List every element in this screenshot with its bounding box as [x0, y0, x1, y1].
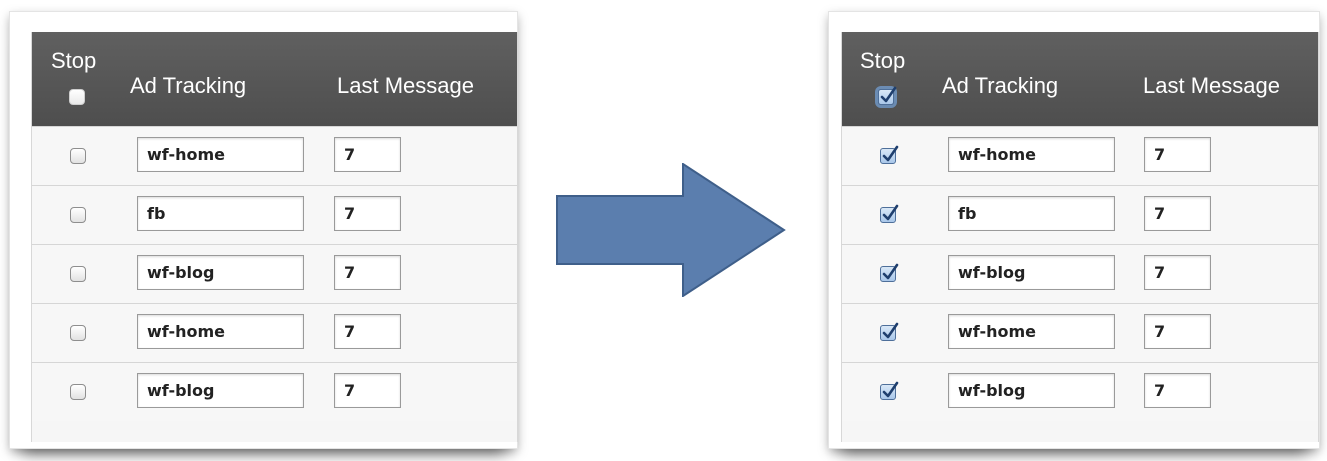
after-panel: Stop Ad Tracking Last Message — [829, 12, 1319, 448]
before-panel: Stop Ad Tracking Last Message — [10, 12, 518, 448]
stop-column-header: Stop — [860, 48, 906, 73]
checkbox-unchecked-icon — [70, 325, 86, 341]
row-stop-checkbox[interactable] — [70, 207, 86, 223]
ad-tracking-input[interactable] — [137, 196, 304, 231]
table-row — [32, 126, 517, 185]
checkbox-unchecked-icon — [69, 89, 85, 105]
table-row — [842, 303, 1318, 362]
ad-tracking-input[interactable] — [137, 314, 304, 349]
checkbox-checked-icon — [880, 263, 899, 282]
ad-tracking-column-header: Ad Tracking — [130, 73, 247, 98]
row-stop-checkbox[interactable] — [70, 384, 86, 400]
ad-tracking-input[interactable] — [137, 137, 304, 172]
last-message-input[interactable] — [1144, 137, 1211, 172]
stop-column-header: Stop — [51, 48, 97, 73]
checkbox-unchecked-icon — [70, 384, 86, 400]
table-row — [32, 244, 517, 303]
checkbox-checked-icon — [880, 145, 899, 164]
last-message-input[interactable] — [334, 196, 401, 231]
table-header: Stop Ad Tracking Last Message — [32, 32, 517, 126]
table-row — [842, 185, 1318, 244]
checkbox-checked-icon — [880, 381, 899, 400]
before-stop-table: Stop Ad Tracking Last Message — [31, 32, 518, 442]
row-stop-checkbox[interactable] — [880, 263, 899, 282]
checkbox-checked-icon — [880, 204, 899, 223]
last-message-input[interactable] — [1144, 255, 1211, 290]
row-stop-checkbox[interactable] — [880, 381, 899, 400]
ad-tracking-input[interactable] — [137, 373, 304, 408]
last-message-column-header: Last Message — [1143, 73, 1280, 98]
ad-tracking-input[interactable] — [137, 255, 304, 290]
last-message-input[interactable] — [1144, 196, 1211, 231]
checkbox-checked-icon — [878, 86, 897, 105]
row-stop-checkbox[interactable] — [70, 148, 86, 164]
last-message-input[interactable] — [1144, 373, 1211, 408]
right-arrow-icon — [556, 163, 786, 297]
checkbox-checked-icon — [880, 322, 899, 341]
table-row — [32, 362, 517, 421]
row-stop-checkbox[interactable] — [880, 204, 899, 223]
table-row — [842, 126, 1318, 185]
row-stop-checkbox[interactable] — [880, 145, 899, 164]
last-message-input[interactable] — [334, 137, 401, 172]
checkbox-unchecked-icon — [70, 207, 86, 223]
ad-tracking-column-header: Ad Tracking — [942, 73, 1059, 98]
checkbox-unchecked-icon — [70, 266, 86, 282]
table-header: Stop Ad Tracking Last Message — [842, 32, 1318, 126]
table-row — [32, 185, 517, 244]
row-stop-checkbox[interactable] — [70, 266, 86, 282]
ad-tracking-input[interactable] — [948, 196, 1115, 231]
checkbox-unchecked-icon — [70, 148, 86, 164]
last-message-input[interactable] — [334, 314, 401, 349]
table-row — [842, 244, 1318, 303]
select-all-checkbox[interactable] — [69, 89, 85, 105]
last-message-input[interactable] — [1144, 314, 1211, 349]
before-after-comparison: Stop Ad Tracking Last Message wf-home 7 … — [0, 0, 1327, 461]
last-message-input[interactable] — [334, 373, 401, 408]
ad-tracking-input[interactable] — [948, 373, 1115, 408]
select-all-checkbox[interactable] — [878, 86, 897, 105]
table-row — [842, 362, 1318, 421]
ad-tracking-input[interactable] — [948, 314, 1115, 349]
table-row — [32, 303, 517, 362]
row-stop-checkbox[interactable] — [880, 322, 899, 341]
row-stop-checkbox[interactable] — [70, 325, 86, 341]
after-stop-table: Stop Ad Tracking Last Message — [841, 32, 1319, 442]
last-message-column-header: Last Message — [337, 73, 474, 98]
ad-tracking-input[interactable] — [948, 255, 1115, 290]
last-message-input[interactable] — [334, 255, 401, 290]
ad-tracking-input[interactable] — [948, 137, 1115, 172]
